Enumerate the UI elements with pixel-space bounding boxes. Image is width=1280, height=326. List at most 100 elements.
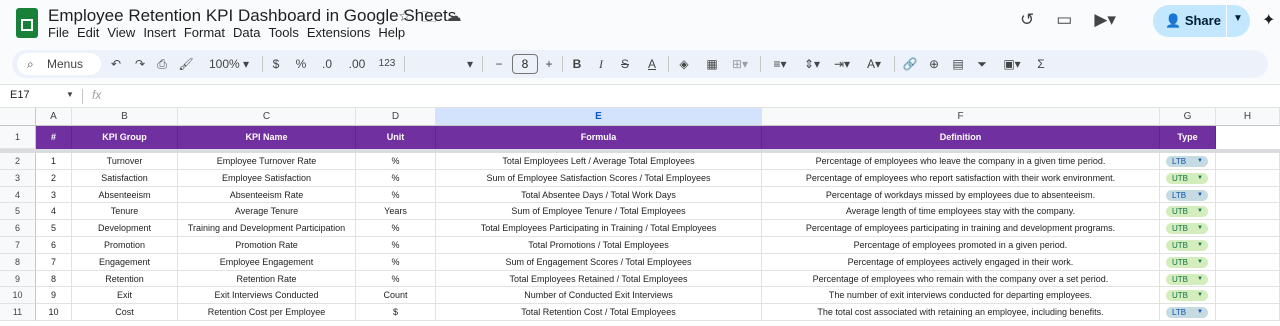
column-header-e[interactable]: E — [436, 108, 762, 126]
chip-dropdown-icon[interactable]: ▼ — [1197, 206, 1203, 217]
text-wrapping-icon[interactable]: ⇥▾ — [830, 50, 854, 78]
table-cell[interactable] — [1216, 237, 1280, 254]
row-header[interactable]: 11 — [0, 304, 36, 321]
table-cell[interactable]: Percentage of employees who remain with … — [762, 270, 1160, 288]
table-cell[interactable]: 7 — [36, 253, 72, 271]
horizontal-align-icon[interactable]: ≡▾ — [768, 50, 792, 78]
table-cell[interactable]: 5 — [36, 220, 72, 237]
table-cell[interactable]: Percentage of workdays missed by employe… — [762, 186, 1160, 204]
table-cell[interactable]: Absenteeism — [72, 186, 178, 204]
type-dropdown-chip[interactable]: LTB ▼ — [1166, 189, 1208, 201]
menu-insert[interactable]: Insert — [143, 25, 182, 40]
table-cell[interactable] — [1216, 220, 1280, 237]
table-cell[interactable]: The total cost associated with retaining… — [762, 304, 1160, 321]
undo-icon[interactable]: ↶ — [108, 50, 124, 78]
type-dropdown-chip[interactable]: LTB ▼ — [1166, 156, 1208, 167]
row-header[interactable]: 9 — [0, 270, 36, 288]
column-header-f[interactable]: F — [762, 108, 1160, 126]
table-cell[interactable]: Number of Conducted Exit Interviews — [436, 287, 762, 305]
insert-link-icon[interactable]: 🔗 — [902, 50, 918, 78]
table-cell[interactable]: Average length of time employees stay wi… — [762, 203, 1160, 221]
table-cell[interactable]: Engagement — [72, 253, 178, 271]
table-cell[interactable]: 9 — [36, 287, 72, 305]
table-cell[interactable]: % — [356, 253, 436, 271]
increase-decimal-button[interactable]: .00 — [346, 50, 368, 78]
spreadsheet-grid[interactable]: A B C D E F G H 1 # KPI Group KPI Name Unit Formula De… — [0, 108, 1280, 326]
table-header-cell[interactable]: KPI Name — [178, 126, 356, 149]
menu-tools[interactable]: Tools — [268, 25, 304, 40]
row-header[interactable]: 7 — [0, 237, 36, 254]
table-cell[interactable]: Count — [356, 287, 436, 305]
table-cell[interactable]: Percentage of employees participating in… — [762, 220, 1160, 237]
table-cell[interactable] — [1216, 169, 1280, 187]
share-dropdown-icon[interactable]: ▼ — [1233, 13, 1243, 24]
table-cell[interactable]: Total Promotions / Total Employees — [436, 237, 762, 254]
type-dropdown-chip[interactable]: UTB ▼ — [1166, 206, 1208, 218]
table-cell[interactable]: The number of exit interviews conducted … — [762, 287, 1160, 305]
decrease-decimal-button[interactable]: .0 — [318, 50, 336, 78]
table-cell[interactable]: Percentage of employees promoted in a gi… — [762, 237, 1160, 254]
table-cell[interactable]: Employee Turnover Rate — [178, 153, 356, 170]
table-cell[interactable]: Satisfaction — [72, 169, 178, 187]
table-cell[interactable] — [1216, 253, 1280, 271]
menu-extensions[interactable]: Extensions — [307, 25, 377, 40]
table-cell[interactable]: 3 — [36, 186, 72, 204]
table-cell[interactable] — [1216, 186, 1280, 204]
table-cell[interactable]: 6 — [36, 237, 72, 254]
table-cell[interactable]: Tenure — [72, 203, 178, 221]
table-cell[interactable]: 4 — [36, 203, 72, 221]
table-cell[interactable]: Percentage of employees who report satis… — [762, 169, 1160, 187]
table-cell[interactable]: Years — [356, 203, 436, 221]
column-header-a[interactable]: A — [36, 108, 72, 126]
table-cell[interactable]: $ — [356, 304, 436, 321]
menu-file[interactable]: File — [48, 25, 75, 40]
menu-edit[interactable]: Edit — [77, 25, 105, 40]
chip-dropdown-icon[interactable]: ▼ — [1197, 223, 1203, 234]
table-cell[interactable]: Development — [72, 220, 178, 237]
row-header[interactable]: 10 — [0, 287, 36, 305]
table-cell[interactable]: Training and Development Participation — [178, 220, 356, 237]
history-icon[interactable]: ↺ — [1020, 10, 1034, 30]
table-cell[interactable] — [1216, 304, 1280, 321]
table-cell[interactable]: Retention Cost per Employee — [178, 304, 356, 321]
zoom-select[interactable]: 100% ▾ — [204, 50, 254, 78]
move-folder-icon[interactable]: 🗀 — [421, 7, 436, 32]
table-cell[interactable]: Average Tenure — [178, 203, 356, 221]
table-cell[interactable]: % — [356, 153, 436, 170]
table-header-cell[interactable]: KPI Group — [72, 126, 178, 149]
paint-format-icon[interactable]: 🖌 — [178, 50, 194, 78]
table-cell[interactable]: Sum of Engagement Scores / Total Employe… — [436, 253, 762, 271]
type-dropdown-chip[interactable]: UTB ▼ — [1166, 256, 1208, 268]
table-cell[interactable]: Percentage of employees who leave the co… — [762, 153, 1160, 170]
filter-views-icon[interactable]: ▣▾ — [998, 50, 1026, 78]
chip-dropdown-icon[interactable]: ▼ — [1197, 173, 1203, 184]
meet-icon[interactable]: ▶▾ — [1094, 10, 1116, 30]
table-cell[interactable]: % — [356, 270, 436, 288]
functions-button[interactable]: Σ — [1034, 50, 1048, 78]
table-cell[interactable]: Absenteeism Rate — [178, 186, 356, 204]
search-menus[interactable]: ⌕ Menus — [17, 53, 101, 75]
table-cell[interactable]: 2 — [36, 169, 72, 187]
italic-button[interactable]: I — [594, 50, 608, 78]
column-header-h[interactable]: H — [1216, 108, 1280, 126]
table-cell[interactable]: Total Employees Participating in Trainin… — [436, 220, 762, 237]
table-header-cell[interactable]: # — [36, 126, 72, 149]
chip-dropdown-icon[interactable]: ▼ — [1197, 240, 1203, 251]
table-cell[interactable]: Employee Satisfaction — [178, 169, 356, 187]
table-cell[interactable]: Sum of Employee Tenure / Total Employees — [436, 203, 762, 221]
table-cell[interactable]: % — [356, 237, 436, 254]
insert-comment-icon[interactable]: ⊕ — [926, 50, 942, 78]
table-cell[interactable]: Cost — [72, 304, 178, 321]
more-formats-button[interactable]: 123 — [376, 50, 398, 78]
menu-format[interactable]: Format — [184, 25, 231, 40]
table-cell[interactable]: Total Absentee Days / Total Work Days — [436, 186, 762, 204]
row-header[interactable]: 6 — [0, 220, 36, 237]
table-cell[interactable] — [1216, 270, 1280, 288]
chip-dropdown-icon[interactable]: ▼ — [1197, 274, 1203, 285]
table-cell[interactable]: Exit Interviews Conducted — [178, 287, 356, 305]
decrease-font-size-button[interactable]: − — [492, 50, 506, 78]
row-header[interactable]: 1 — [0, 126, 36, 149]
row-header[interactable]: 5 — [0, 203, 36, 221]
print-icon[interactable]: ⎙ — [154, 50, 170, 78]
chip-dropdown-icon[interactable]: ▼ — [1197, 307, 1203, 318]
